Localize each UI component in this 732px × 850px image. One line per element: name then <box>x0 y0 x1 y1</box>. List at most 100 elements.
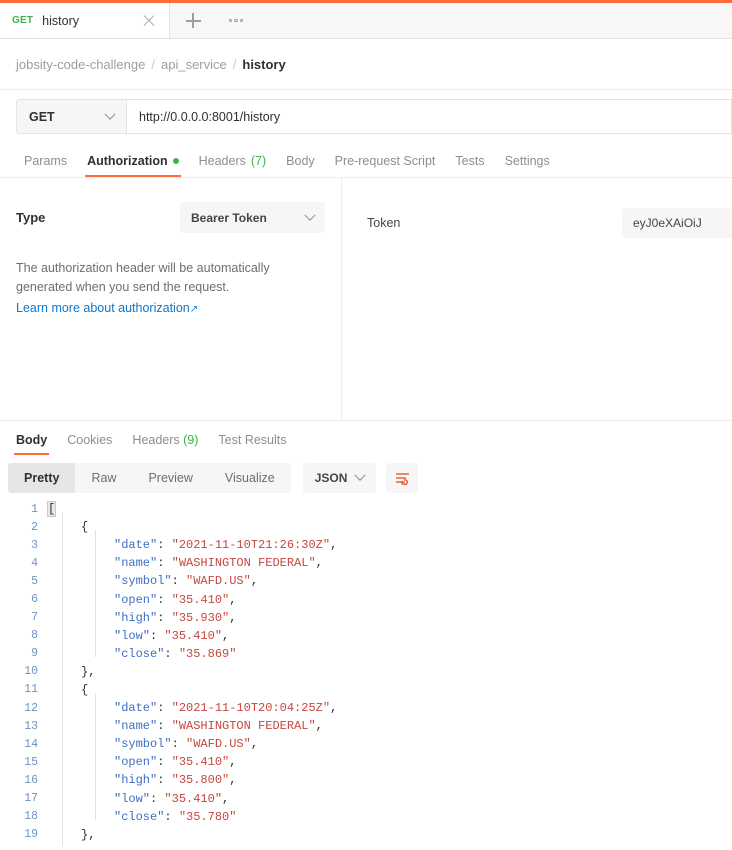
code-line-content: "symbol": "WAFD.US", <box>48 574 732 588</box>
code-token: : <box>150 628 165 643</box>
code-line: 5 "symbol": "WAFD.US", <box>0 572 732 590</box>
request-tab-history[interactable]: GET history <box>0 3 170 38</box>
code-line: 9 "close": "35.869" <box>0 645 732 663</box>
tab-bar: GET history <box>0 3 732 39</box>
external-link-icon: ↗ <box>189 304 199 315</box>
chevron-down-icon <box>104 108 116 120</box>
code-token: "date" <box>114 538 158 553</box>
wrap-lines-button[interactable] <box>386 463 419 493</box>
auth-type-label: Type <box>16 210 46 225</box>
code-token: : <box>150 791 165 806</box>
new-tab-button[interactable] <box>170 3 216 38</box>
code-line-content: [ <box>46 501 732 518</box>
code-line: 14 "symbol": "WAFD.US", <box>0 735 732 753</box>
authorization-panel: Type Bearer Token The authorization head… <box>0 178 342 420</box>
wrap-lines-icon <box>395 472 409 485</box>
code-token: , <box>222 791 230 806</box>
code-token: "name" <box>114 719 158 734</box>
code-line-content: "open": "35.410", <box>48 755 732 769</box>
request-tab-settings[interactable]: Settings <box>495 154 560 177</box>
code-token: "open" <box>114 592 158 607</box>
request-tab-tests[interactable]: Tests <box>445 154 494 177</box>
breadcrumb-item-folder[interactable]: api_service <box>161 57 227 72</box>
line-number: 5 <box>31 574 38 588</box>
response-tab-label: Cookies <box>67 433 113 447</box>
token-input[interactable]: eyJ0eXAiOiJ <box>622 208 732 238</box>
response-tab-test-results[interactable]: Test Results <box>208 433 296 455</box>
auth-learn-more-link[interactable]: Learn more about authorization↗ <box>16 301 198 315</box>
response-view-pretty[interactable]: Pretty <box>8 463 76 493</box>
indent-guide <box>95 692 96 820</box>
line-number: 1 <box>31 502 38 516</box>
status-dot-icon <box>172 158 179 164</box>
request-tab-params[interactable]: Params <box>14 154 77 177</box>
response-tab-body[interactable]: Body <box>6 433 57 455</box>
code-line-content: { <box>48 683 732 697</box>
token-value: eyJ0eXAiOiJ <box>633 216 702 230</box>
line-number: 12 <box>24 701 38 715</box>
auth-type-select[interactable]: Bearer Token <box>180 202 325 233</box>
line-number: 4 <box>31 556 38 570</box>
token-row: Token eyJ0eXAiOiJ <box>367 208 732 238</box>
line-number: 19 <box>24 828 38 842</box>
code-token: : <box>157 538 172 553</box>
code-line-content: }, <box>48 828 732 842</box>
code-token: , <box>250 574 259 589</box>
code-line-content: "close": "35.780" <box>48 810 732 824</box>
tab-options-button[interactable] <box>216 3 256 38</box>
http-method-select[interactable]: GET <box>16 99 126 134</box>
code-line-content: "low": "35.410", <box>48 792 732 806</box>
breadcrumb-separator: / <box>151 56 155 72</box>
request-tab-authorization[interactable]: Authorization <box>77 154 189 177</box>
code-token: , <box>330 538 338 553</box>
auth-learn-more-label: Learn more about authorization <box>16 301 190 315</box>
code-line: 19}, <box>0 826 732 844</box>
request-tab-body[interactable]: Body <box>276 154 325 177</box>
code-line-content: }, <box>48 665 732 679</box>
response-view-raw[interactable]: Raw <box>75 463 132 493</box>
response-tab-label: Body <box>16 433 48 447</box>
code-line: 2{ <box>0 518 732 536</box>
tab-title-label: history <box>42 13 79 28</box>
line-number: 16 <box>24 773 38 787</box>
response-view-segmented: Pretty Raw Preview Visualize <box>8 463 291 493</box>
chevron-down-icon <box>304 209 316 221</box>
breadcrumb-item-collection[interactable]: jobsity-code-challenge <box>16 57 145 72</box>
indent-guide <box>62 512 63 846</box>
url-input[interactable]: http://0.0.0.0:8001/history <box>126 99 732 134</box>
request-tabs: Params Authorization Headers (7) Body Pre-req… <box>0 145 732 178</box>
code-line-content: "date": "2021-11-10T21:26:30Z", <box>48 538 732 552</box>
http-method-label: GET <box>29 109 55 124</box>
line-number: 17 <box>24 792 38 806</box>
code-token: "low" <box>114 791 151 806</box>
response-tab-cookies[interactable]: Cookies <box>57 433 122 455</box>
plus-icon <box>185 13 201 28</box>
code-line: 1[ <box>0 500 732 518</box>
ellipsis-icon-dot <box>239 18 243 23</box>
request-tab-pre-request-script[interactable]: Pre-request Script <box>325 154 446 177</box>
url-value: http://0.0.0.0:8001/history <box>139 109 281 124</box>
code-token: , <box>315 719 323 734</box>
code-line-content: "open": "35.410", <box>48 593 732 607</box>
code-token: : <box>171 737 187 752</box>
token-label: Token <box>367 216 401 230</box>
code-line: 13 "name": "WASHINGTON FEDERAL", <box>0 717 732 735</box>
response-format-select[interactable]: JSON <box>302 463 377 493</box>
breadcrumb-separator: / <box>232 56 237 72</box>
code-token: "high" <box>114 773 158 788</box>
response-view-preview[interactable]: Preview <box>132 463 208 493</box>
code-token: , <box>229 592 237 607</box>
code-token: "name" <box>114 556 158 571</box>
close-icon[interactable] <box>141 13 157 29</box>
line-number: 6 <box>31 593 38 607</box>
code-token: "high" <box>114 610 158 625</box>
line-number: 3 <box>31 538 38 552</box>
code-token: "open" <box>114 755 158 770</box>
code-line: 3 "date": "2021-11-10T21:26:30Z", <box>0 536 732 554</box>
response-body-code[interactable]: 1[2{3 "date": "2021-11-10T21:26:30Z", 4 "na… <box>0 500 732 850</box>
response-view-visualize[interactable]: Visualize <box>209 463 291 493</box>
request-tab-headers[interactable]: Headers (7) <box>189 154 277 177</box>
line-number: 9 <box>31 647 38 661</box>
response-tab-headers[interactable]: Headers (9) <box>122 433 208 455</box>
code-token: : <box>164 809 179 824</box>
